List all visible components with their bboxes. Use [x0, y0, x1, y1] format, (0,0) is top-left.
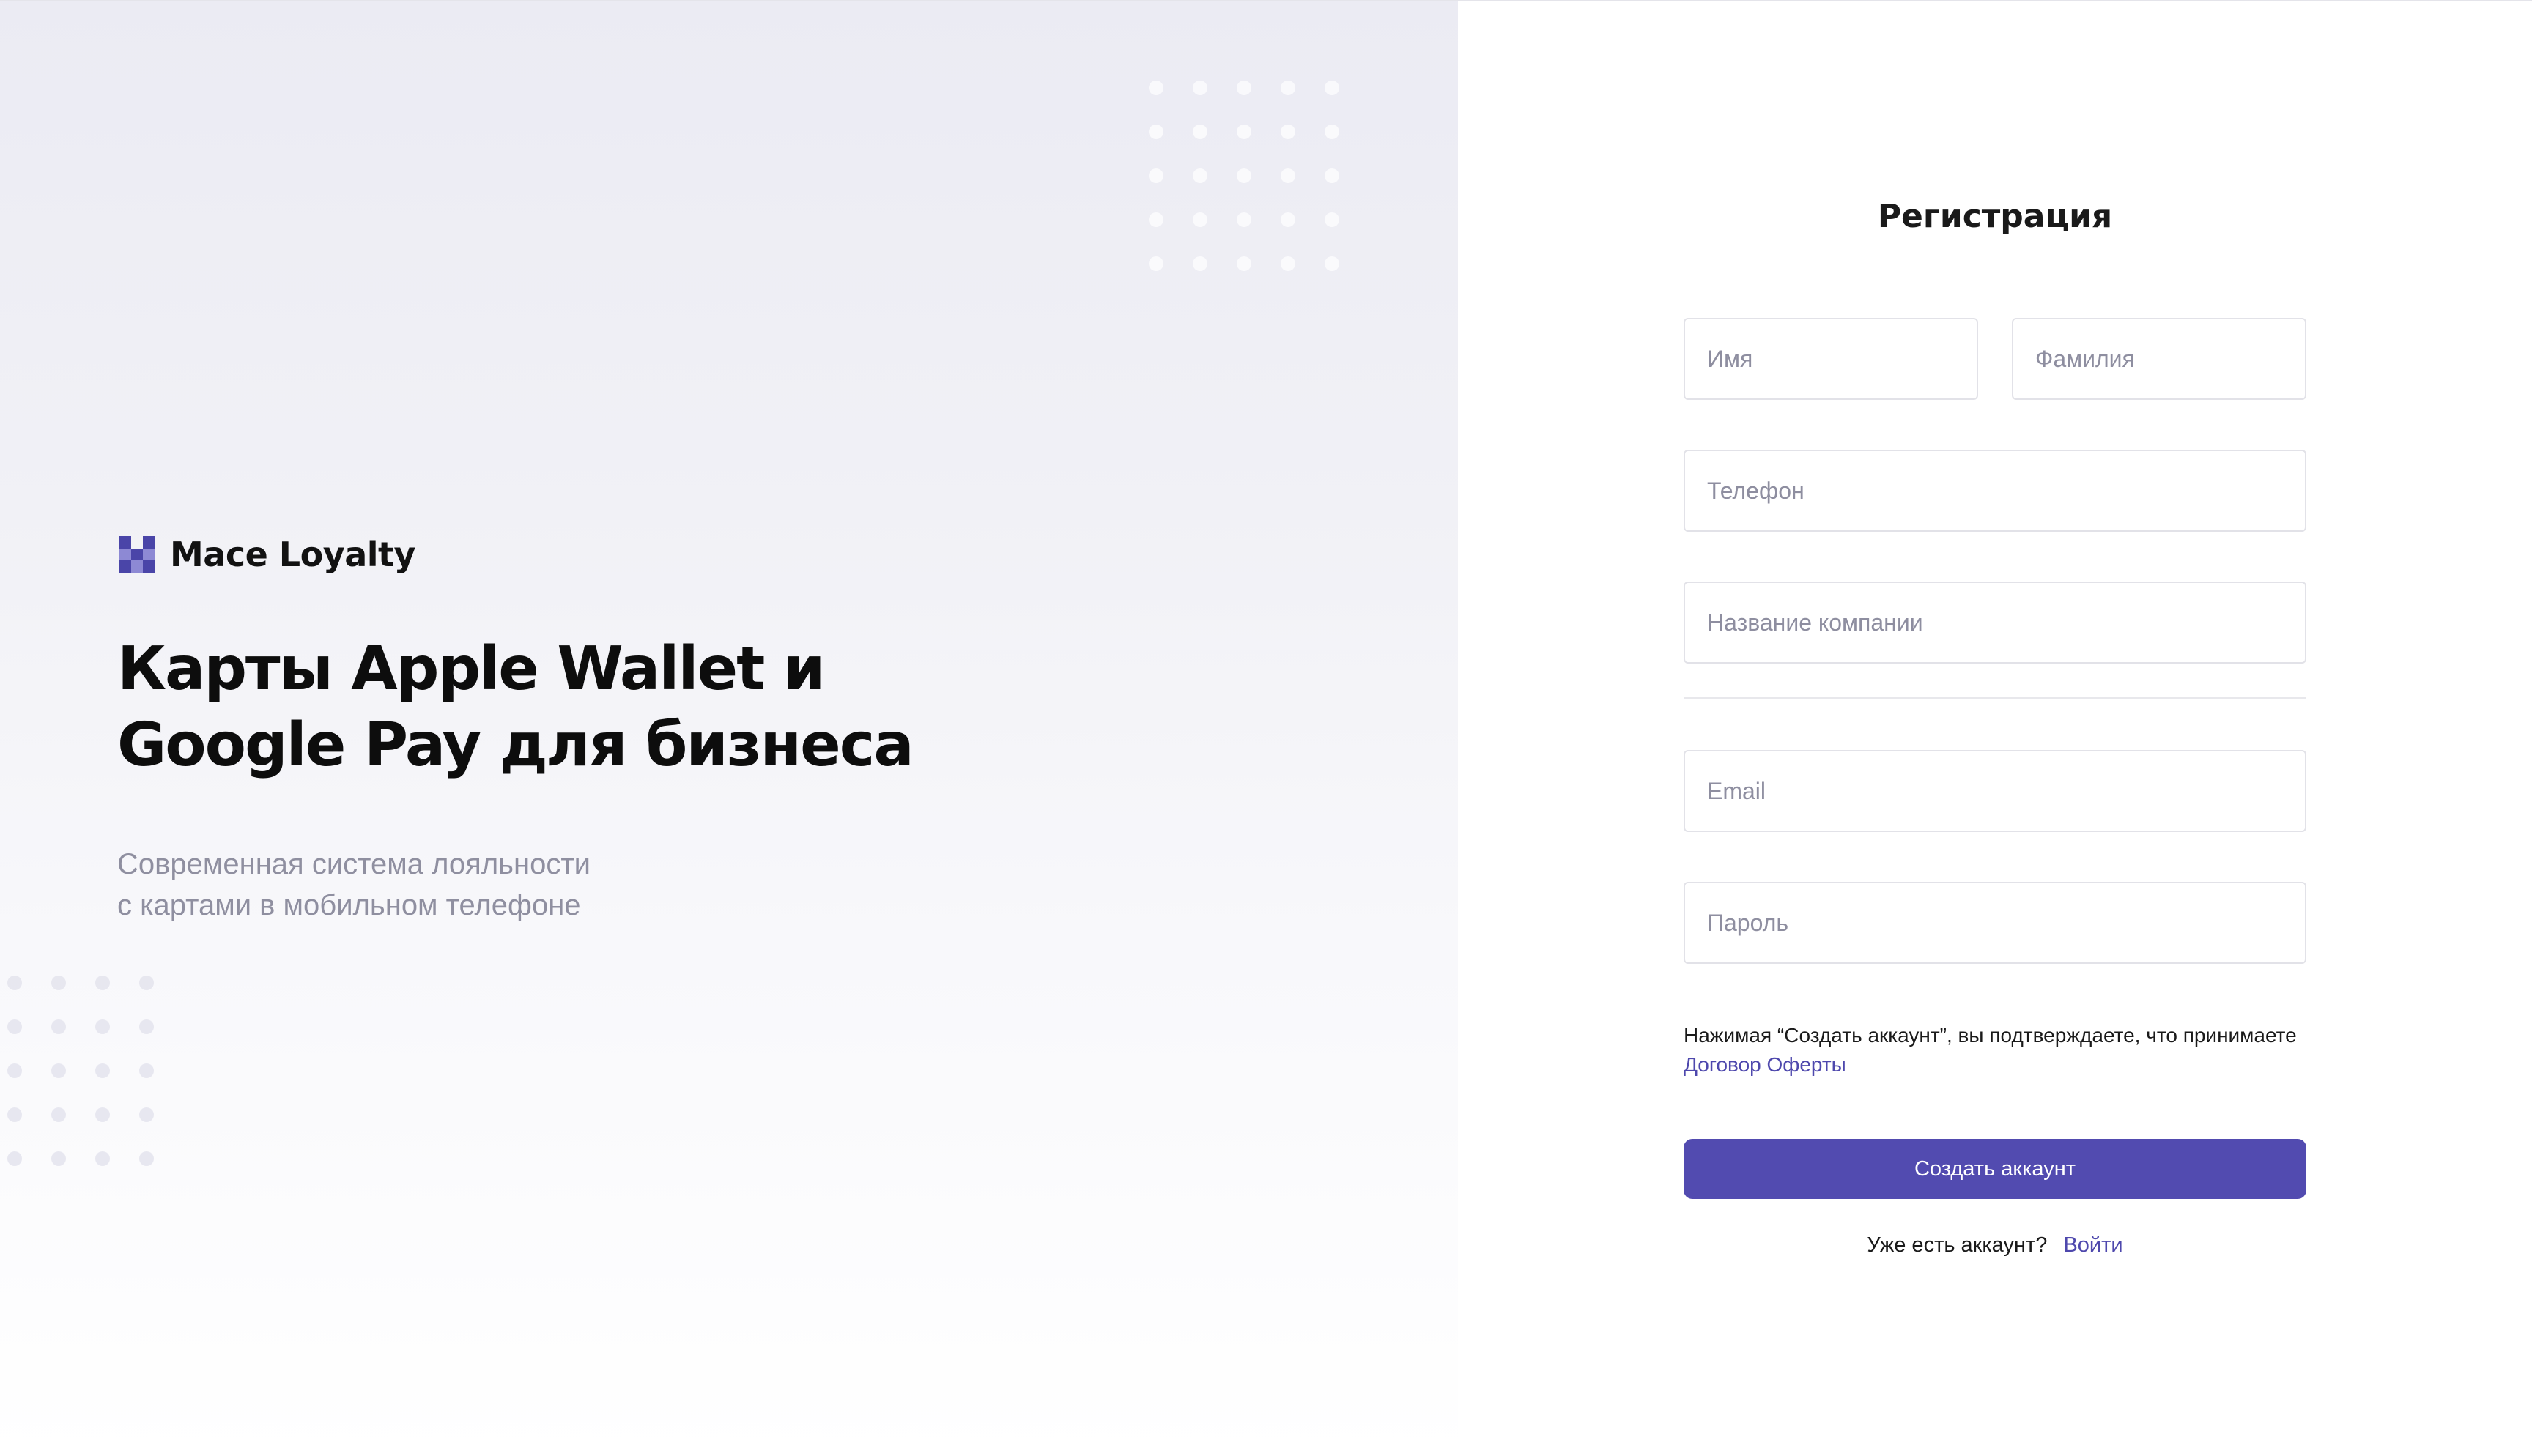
checker-grid-logo-icon	[119, 536, 155, 573]
brand: Mace Loyalty	[119, 535, 415, 574]
promo-panel: Mace Loyalty Карты Apple Wallet и Google…	[0, 1, 1458, 1456]
last-name-input[interactable]	[2012, 318, 2306, 400]
terms-notice: Нажимая “Создать аккаунт”, вы подтвержда…	[1684, 1021, 2306, 1080]
password-input[interactable]	[1684, 882, 2306, 964]
hero-subtitle: Современная система лояльности с картами…	[117, 848, 591, 921]
registration-panel: Регистрация Нажимая “Создать аккаунт”, в…	[1458, 1, 2532, 1456]
terms-text: Нажимая “Создать аккаунт”, вы подтвержда…	[1684, 1024, 2297, 1047]
login-prompt: Уже есть аккаунт? Войти	[1458, 1233, 2532, 1258]
offer-agreement-link[interactable]: Договор Оферты	[1684, 1053, 1846, 1076]
decorative-dot-grid-left	[7, 976, 183, 1195]
create-account-button[interactable]: Создать аккаунт	[1684, 1139, 2306, 1199]
decorative-dot-grid-top	[1149, 81, 1369, 300]
company-name-input[interactable]	[1684, 582, 2306, 664]
brand-name: Mace Loyalty	[170, 535, 415, 574]
first-name-input[interactable]	[1684, 318, 1978, 400]
login-link[interactable]: Войти	[2063, 1233, 2122, 1257]
email-input[interactable]	[1684, 750, 2306, 832]
phone-input[interactable]	[1684, 450, 2306, 532]
hero-title: Карты Apple Wallet и Google Pay для бизн…	[117, 634, 914, 780]
have-account-text: Уже есть аккаунт?	[1867, 1233, 2048, 1257]
form-divider	[1684, 697, 2306, 699]
form-title: Регистрация	[1877, 198, 2113, 235]
